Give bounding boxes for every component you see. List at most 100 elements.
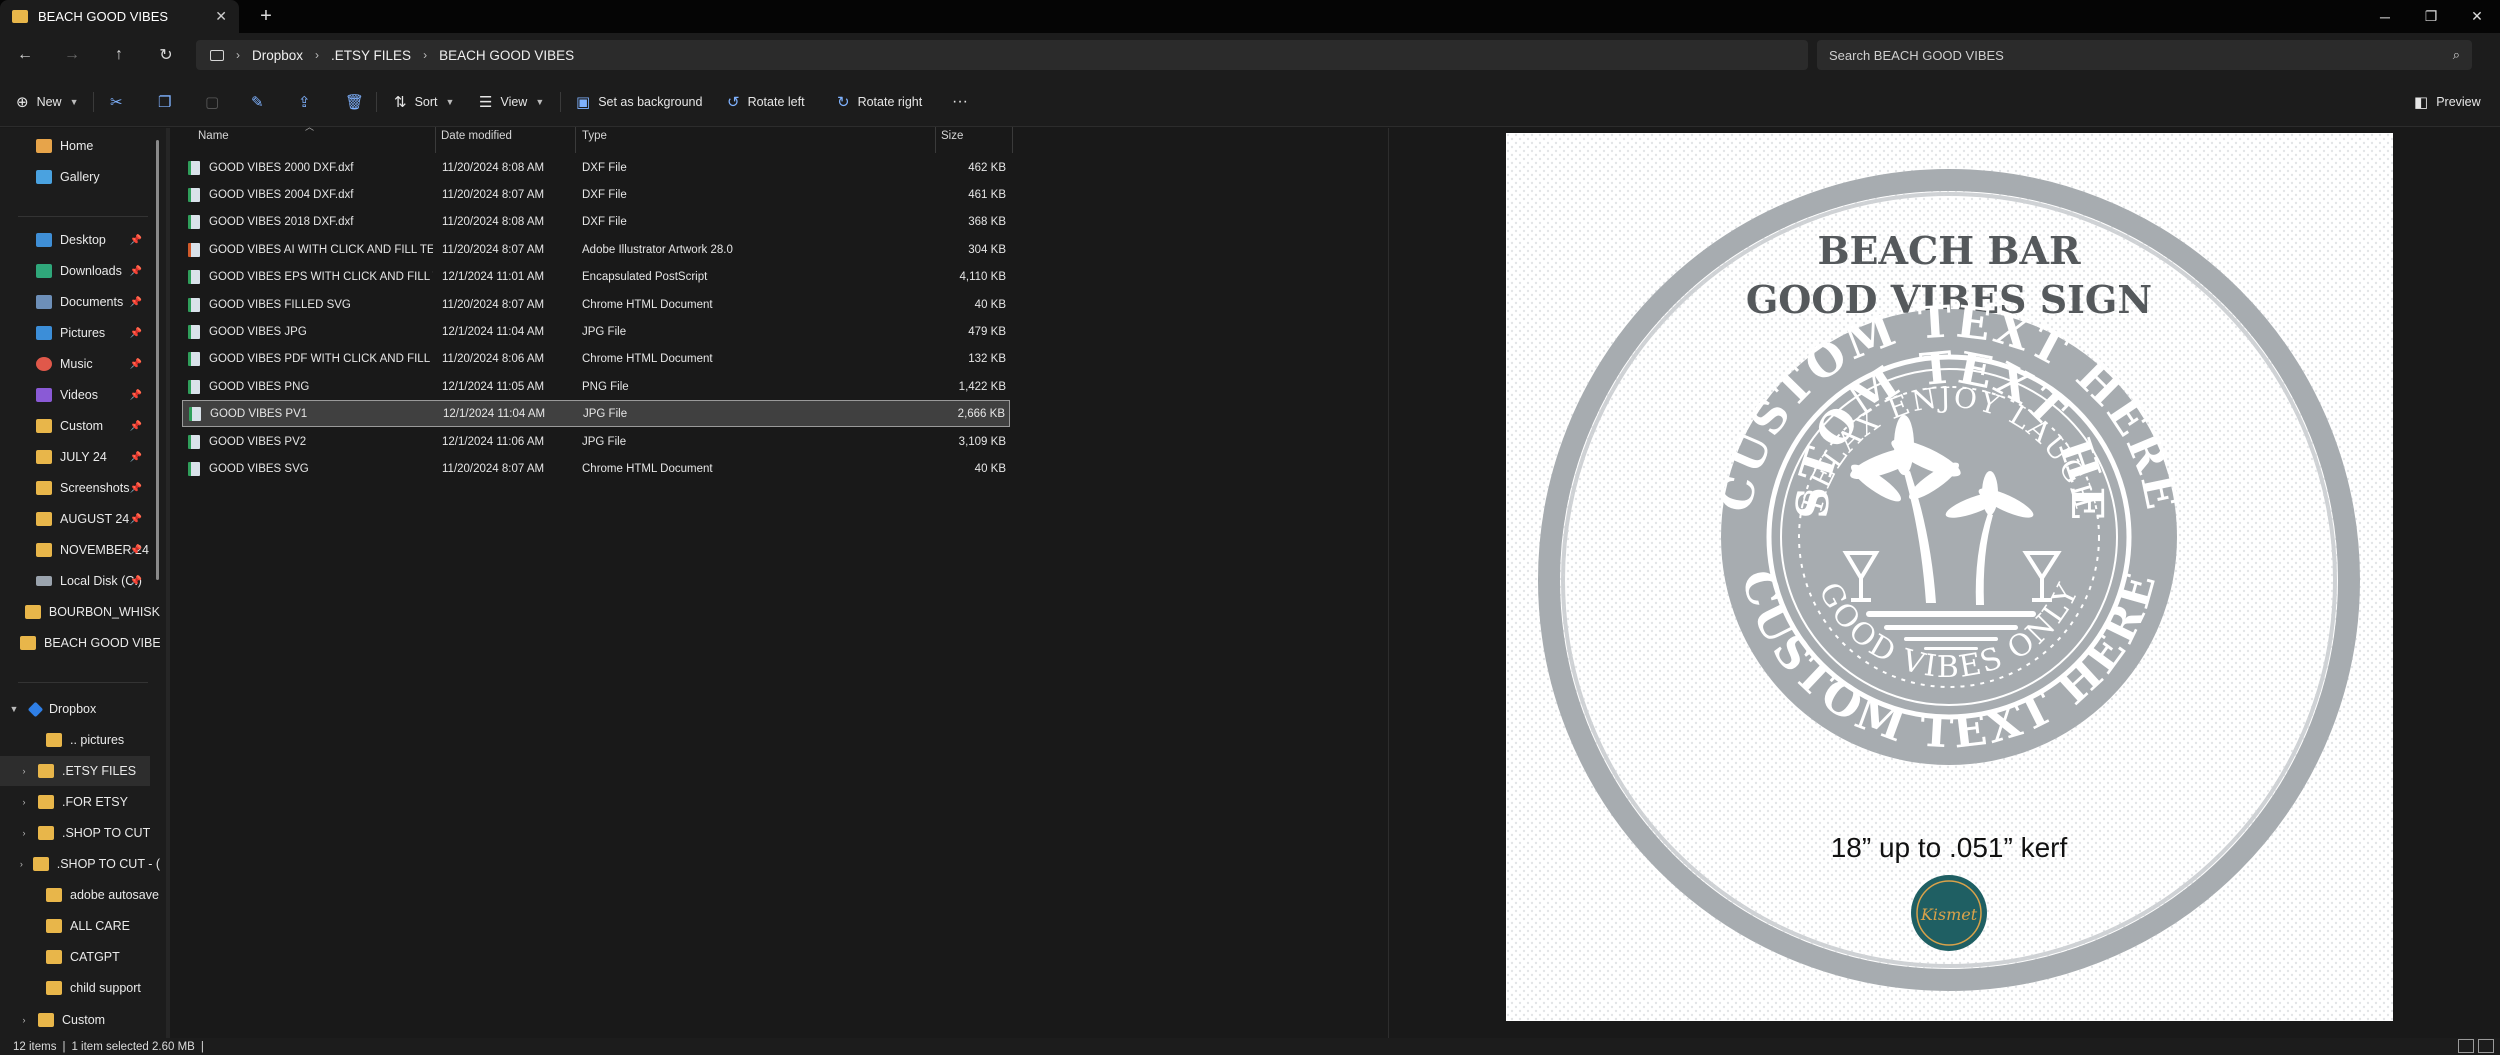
sidebar-item-pictures-folder[interactable]: .. pictures bbox=[0, 725, 160, 755]
sidebar-item-local-disk[interactable]: Local Disk (C:) 📌 bbox=[0, 566, 160, 596]
rotate-left-button[interactable]: ↺ Rotate left bbox=[727, 88, 805, 116]
breadcrumb-beach-good-vibes[interactable]: BEACH GOOD VIBES bbox=[439, 48, 574, 63]
sidebar-item-november-24[interactable]: NOVEMBER 24 📌 bbox=[0, 535, 160, 565]
table-row-selected[interactable]: GOOD VIBES PV1 12/1/2024 11:04 AM JPG Fi… bbox=[182, 400, 1010, 427]
table-row[interactable]: GOOD VIBES PNG 12/1/2024 11:05 AM PNG Fi… bbox=[182, 373, 1010, 400]
share-button[interactable]: ⇪ bbox=[298, 88, 311, 116]
address-bar[interactable]: › Dropbox › .ETSY FILES › BEACH GOOD VIB… bbox=[196, 40, 1808, 70]
sidebar-item-shop-to-cut[interactable]: › .SHOP TO CUT bbox=[0, 818, 160, 848]
preview-image: BEACH BAR GOOD VIBES SIGN CUSTOM TEXT HE… bbox=[1506, 133, 2393, 1021]
pin-icon[interactable]: 📌 bbox=[130, 483, 142, 494]
rotate-right-icon: ↻ bbox=[837, 94, 850, 111]
sidebar-item-desktop[interactable]: Desktop 📌 bbox=[0, 225, 160, 255]
pin-icon[interactable]: 📌 bbox=[130, 359, 142, 370]
column-divider[interactable] bbox=[435, 127, 436, 153]
close-window-icon[interactable]: ✕ bbox=[2454, 0, 2500, 33]
minimize-icon[interactable]: ─ bbox=[2362, 0, 2408, 33]
sidebar-item-adobe-autosave[interactable]: adobe autosave bbox=[0, 880, 160, 910]
pin-icon[interactable]: 📌 bbox=[130, 421, 142, 432]
sidebar-item-home[interactable]: Home bbox=[0, 131, 160, 161]
cut-button[interactable]: ✂ bbox=[110, 88, 123, 116]
column-divider[interactable] bbox=[935, 127, 936, 153]
search-input[interactable]: Search BEACH GOOD VIBES ⌕ bbox=[1817, 40, 2472, 70]
column-header-date[interactable]: Date modified bbox=[441, 130, 512, 148]
table-row[interactable]: GOOD VIBES JPG 12/1/2024 11:04 AM JPG Fi… bbox=[182, 318, 1010, 345]
chevron-right-icon[interactable]: › bbox=[16, 766, 32, 776]
preview-button[interactable]: ◧ Preview bbox=[2414, 88, 2481, 116]
explorer-tab[interactable]: BEACH GOOD VIBES ✕ bbox=[0, 0, 239, 33]
chevron-right-icon[interactable]: › bbox=[16, 1015, 32, 1025]
pin-icon[interactable]: 📌 bbox=[130, 452, 142, 463]
column-divider[interactable] bbox=[1012, 127, 1013, 153]
more-options-button[interactable]: ··· bbox=[952, 88, 968, 116]
set-as-background-button[interactable]: ▣ Set as background bbox=[576, 88, 702, 116]
sidebar-item-all-care[interactable]: ALL CARE bbox=[0, 911, 160, 941]
column-header-name[interactable]: Name bbox=[198, 130, 229, 148]
sidebar-item-downloads[interactable]: Downloads 📌 bbox=[0, 256, 160, 286]
pin-icon[interactable]: 📌 bbox=[130, 545, 142, 556]
table-row[interactable]: GOOD VIBES PV2 12/1/2024 11:06 AM JPG Fi… bbox=[182, 428, 1010, 455]
sidebar-item-august-24[interactable]: AUGUST 24 📌 bbox=[0, 504, 160, 534]
sidebar-item-videos[interactable]: Videos 📌 bbox=[0, 380, 160, 410]
chevron-right-icon[interactable]: › bbox=[16, 797, 32, 807]
pin-icon[interactable]: 📌 bbox=[130, 514, 142, 525]
chevron-down-icon[interactable]: ▼ bbox=[6, 704, 22, 714]
copy-button[interactable]: ❐ bbox=[158, 88, 171, 116]
sidebar-item-for-etsy[interactable]: › .FOR ETSY bbox=[0, 787, 160, 817]
sidebar-item-documents[interactable]: Documents 📌 bbox=[0, 287, 160, 317]
pin-icon[interactable]: 📌 bbox=[130, 266, 142, 277]
table-row[interactable]: GOOD VIBES 2018 DXF.dxf 11/20/2024 8:08 … bbox=[182, 208, 1010, 235]
table-row[interactable]: GOOD VIBES AI WITH CLICK AND FILL TE... … bbox=[182, 236, 1010, 263]
table-row[interactable]: GOOD VIBES SVG 11/20/2024 8:07 AM Chrome… bbox=[182, 455, 1010, 482]
pin-icon[interactable]: 📌 bbox=[130, 297, 142, 308]
sidebar-item-shop-to-cut-2[interactable]: › .SHOP TO CUT - ( bbox=[0, 849, 160, 879]
sort-button[interactable]: ⇅ Sort ▼ bbox=[394, 88, 454, 116]
new-tab-button[interactable]: + bbox=[256, 6, 276, 26]
view-button[interactable]: ☰ View ▼ bbox=[479, 88, 544, 116]
sidebar-item-bourbon-whisk[interactable]: BOURBON_WHISK bbox=[0, 597, 160, 627]
table-row[interactable]: GOOD VIBES EPS WITH CLICK AND FILL T... … bbox=[182, 263, 1010, 290]
column-header-type[interactable]: Type bbox=[582, 130, 607, 148]
sidebar-item-pictures[interactable]: Pictures 📌 bbox=[0, 318, 160, 348]
pin-icon[interactable]: 📌 bbox=[130, 328, 142, 339]
document-icon bbox=[36, 295, 52, 309]
column-divider[interactable] bbox=[575, 127, 576, 153]
sidebar-item-custom[interactable]: Custom 📌 bbox=[0, 411, 160, 441]
sidebar-item-custom-dropbox[interactable]: › Custom bbox=[0, 1006, 160, 1034]
chevron-right-icon[interactable]: › bbox=[16, 828, 32, 838]
rotate-right-button[interactable]: ↻ Rotate right bbox=[837, 88, 922, 116]
sidebar-item-catgpt[interactable]: CATGPT bbox=[0, 942, 160, 972]
pin-icon[interactable]: 📌 bbox=[130, 390, 142, 401]
table-row[interactable]: GOOD VIBES PDF WITH CLICK AND FILL ... 1… bbox=[182, 345, 1010, 372]
details-view-icon[interactable] bbox=[2458, 1039, 2474, 1053]
sidebar-item-screenshots[interactable]: Screenshots 📌 bbox=[0, 473, 160, 503]
paste-button[interactable]: ▢ bbox=[205, 88, 219, 116]
sidebar-item-child-support[interactable]: child support bbox=[0, 973, 160, 1003]
search-icon[interactable]: ⌕ bbox=[2453, 47, 2460, 63]
refresh-icon[interactable]: ↻ bbox=[151, 41, 181, 69]
table-row[interactable]: GOOD VIBES FILLED SVG 11/20/2024 8:07 AM… bbox=[182, 291, 1010, 318]
sidebar-item-gallery[interactable]: Gallery bbox=[0, 162, 160, 192]
sidebar-item-beach-good-vibes[interactable]: BEACH GOOD VIBE bbox=[0, 628, 160, 658]
pin-icon[interactable]: 📌 bbox=[130, 235, 142, 246]
tiles-view-icon[interactable] bbox=[2478, 1039, 2494, 1053]
sidebar-item-dropbox[interactable]: ▼ Dropbox bbox=[0, 694, 160, 724]
breadcrumb-etsy-files[interactable]: .ETSY FILES bbox=[331, 48, 411, 63]
sidebar-item-music[interactable]: Music 📌 bbox=[0, 349, 160, 379]
back-arrow-icon[interactable]: ← bbox=[10, 41, 40, 69]
close-tab-icon[interactable]: ✕ bbox=[215, 8, 227, 25]
up-arrow-icon[interactable]: ↑ bbox=[104, 41, 134, 69]
rename-button[interactable]: ✎ bbox=[251, 88, 264, 116]
forward-arrow-icon[interactable]: → bbox=[57, 41, 87, 69]
sidebar-item-etsy-files[interactable]: › .ETSY FILES bbox=[0, 756, 150, 786]
sidebar-item-july-24[interactable]: JULY 24 📌 bbox=[0, 442, 160, 472]
delete-button[interactable]: 🗑 bbox=[345, 88, 364, 116]
maximize-icon[interactable]: ❐ bbox=[2408, 0, 2454, 33]
chevron-right-icon[interactable]: › bbox=[16, 859, 27, 869]
column-header-size[interactable]: Size bbox=[941, 130, 963, 148]
pin-icon[interactable]: 📌 bbox=[130, 576, 142, 587]
table-row[interactable]: GOOD VIBES 2000 DXF.dxf 11/20/2024 8:08 … bbox=[182, 154, 1010, 181]
table-row[interactable]: GOOD VIBES 2004 DXF.dxf 11/20/2024 8:07 … bbox=[182, 181, 1010, 208]
breadcrumb-dropbox[interactable]: Dropbox bbox=[252, 48, 303, 63]
new-button[interactable]: ⊕ New ▼ bbox=[16, 88, 79, 116]
